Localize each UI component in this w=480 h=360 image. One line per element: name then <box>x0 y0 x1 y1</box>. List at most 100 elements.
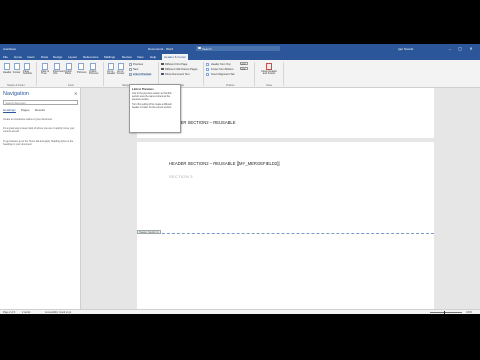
navigation-search-input[interactable]: Search document <box>3 100 78 105</box>
online-pictures-icon[interactable] <box>90 62 96 70</box>
pictures-button[interactable]: Pictures <box>77 71 86 74</box>
tooltip-paragraph: Turn this setting off to create a differ… <box>132 104 172 109</box>
header-section-tag: Header -Section 3- <box>137 230 162 235</box>
go-to-footer-icon[interactable] <box>118 62 124 70</box>
divider <box>158 61 159 86</box>
show-document-text-label: Show Document Text <box>165 72 190 76</box>
different-first-page-checkbox[interactable] <box>161 62 164 66</box>
previous-button[interactable]: Previous <box>133 63 143 66</box>
nav-help-text: Create an interactive outline of your do… <box>3 118 53 121</box>
accessibility-status[interactable]: Accessibility: Good to go <box>45 311 71 314</box>
close-header-footer-icon[interactable] <box>266 62 272 70</box>
nav-help-text: It's a great way to keep track of where … <box>3 127 75 134</box>
tab-insert[interactable]: Insert <box>27 55 35 59</box>
footer-from-bottom-input[interactable]: 0.5" <box>240 67 248 71</box>
section-label: SECTION 3 <box>169 174 193 179</box>
footer-icon[interactable] <box>14 62 20 70</box>
close-pane-icon[interactable]: ✕ <box>74 91 77 96</box>
go-to-footer-button[interactable]: Go to Footer <box>117 70 126 77</box>
status-bar: Page 2 of 3 2 words Accessibility: Good … <box>0 309 480 314</box>
group-position: Position <box>226 83 235 87</box>
tooltip-heading: Link to Previous <box>132 87 154 91</box>
word-count[interactable]: 2 words <box>22 311 30 314</box>
nav-tab-pages[interactable]: Pages <box>21 108 30 112</box>
close-header-footer-button[interactable]: Close Header and Footer <box>261 70 277 77</box>
link-to-previous-tooltip: Link to Previous Link to the previous se… <box>129 84 181 133</box>
page[interactable]: HEADER SECTION2 – REUSABLE [[MY_MERGEFIE… <box>137 142 434 309</box>
page-count[interactable]: Page 2 of 3 <box>3 311 15 314</box>
search-box[interactable]: Search <box>196 45 280 51</box>
footer-bottom-icon <box>206 67 209 71</box>
zoom-slider-handle[interactable] <box>444 311 446 314</box>
zoom-slider[interactable] <box>430 312 462 313</box>
go-to-header-button[interactable]: Go to Header <box>107 70 116 77</box>
search-icon <box>198 46 201 50</box>
pictures-icon[interactable] <box>78 62 84 70</box>
footer-from-bottom-label: Footer from Bottom: <box>211 67 235 71</box>
header-button[interactable]: Header <box>3 71 12 74</box>
tab-help[interactable]: Help <box>150 55 156 59</box>
user-name[interactable]: Igor Stozub <box>398 47 413 51</box>
navigation-search-placeholder: Search document <box>5 102 26 105</box>
navigation-title: Navigation <box>3 91 29 97</box>
divider <box>103 61 104 86</box>
date-time-icon[interactable] <box>42 62 48 70</box>
header-top-icon <box>206 62 209 66</box>
search-placeholder: Search <box>202 46 212 51</box>
header-icon[interactable] <box>4 62 10 70</box>
navigation-pane: Navigation ✕ Search document Headings Pa… <box>0 88 81 309</box>
maximize-button[interactable]: ▢ <box>456 46 464 52</box>
close-button[interactable]: ✕ <box>467 46 475 52</box>
group-header-footer: Header & Footer <box>7 83 25 87</box>
divider <box>36 61 37 86</box>
header-from-top-label: Header from Top: <box>211 62 231 66</box>
next-button[interactable]: Next <box>133 68 138 71</box>
group-insert: Insert <box>68 83 74 87</box>
page[interactable]: FOOTER SECTION2 – REUSABLE <box>137 88 434 138</box>
tab-mailings[interactable]: Mailings <box>104 55 115 59</box>
quick-parts-button[interactable]: Quick Parts <box>65 70 76 77</box>
document-title: Document1 - Word <box>148 46 174 51</box>
nav-tab-headings[interactable]: Headings <box>3 108 16 113</box>
document-info-button[interactable]: Document Info <box>53 70 65 77</box>
quick-parts-icon[interactable] <box>66 62 72 70</box>
tab-home[interactable]: Home <box>14 55 22 59</box>
link-to-previous-icon[interactable] <box>129 72 132 76</box>
header-text[interactable]: HEADER SECTION2 – REUSABLE [[MY_MERGEFIE… <box>169 161 280 166</box>
nav-tab-results[interactable]: Results <box>35 108 45 112</box>
online-pictures-button[interactable]: Online Pictures <box>89 70 100 77</box>
date-time-button[interactable]: Date & Time <box>41 70 51 77</box>
next-icon[interactable] <box>129 67 132 71</box>
header-from-top-input[interactable]: 0.5" <box>240 62 248 66</box>
tooltip-paragraph: Link to the previous section so that thi… <box>132 93 172 101</box>
different-first-page-label: Different First Page <box>165 62 188 66</box>
different-odd-even-checkbox[interactable] <box>161 67 164 71</box>
minimize-button[interactable]: – <box>446 46 454 52</box>
ribbon: Header Footer Page Number Header & Foote… <box>0 59 480 88</box>
zoom-level[interactable]: 100% <box>466 311 472 314</box>
divider <box>203 61 204 86</box>
previous-icon[interactable] <box>129 62 132 66</box>
tab-file[interactable]: File <box>3 55 8 59</box>
different-odd-even-label: Different Odd & Even Pages <box>165 67 198 71</box>
tab-draw[interactable]: Draw <box>41 55 48 59</box>
tab-design[interactable]: Design <box>53 55 62 59</box>
document-info-icon[interactable] <box>54 62 60 70</box>
show-document-text-checkbox[interactable] <box>161 72 164 76</box>
page-number-button[interactable]: Page Number <box>23 70 33 77</box>
insert-alignment-tab-button[interactable]: Insert Alignment Tab <box>211 73 234 76</box>
page-number-icon[interactable] <box>24 62 30 70</box>
alignment-tab-icon[interactable] <box>206 72 209 76</box>
footer-button[interactable]: Footer <box>13 71 21 74</box>
go-to-header-icon[interactable] <box>108 62 114 70</box>
header-boundary-line <box>137 233 434 234</box>
autosave-label[interactable]: AutoSave <box>3 47 16 51</box>
group-close: Close <box>266 83 273 87</box>
word-window: AutoSave Document1 - Word Search Igor St… <box>0 44 480 314</box>
divider <box>254 61 255 86</box>
tab-view[interactable]: View <box>137 55 143 59</box>
link-to-previous-button[interactable]: Link to Previous <box>133 72 152 76</box>
tab-references[interactable]: References <box>83 55 98 59</box>
tab-layout[interactable]: Layout <box>68 55 77 59</box>
tab-review[interactable]: Review <box>122 55 132 59</box>
